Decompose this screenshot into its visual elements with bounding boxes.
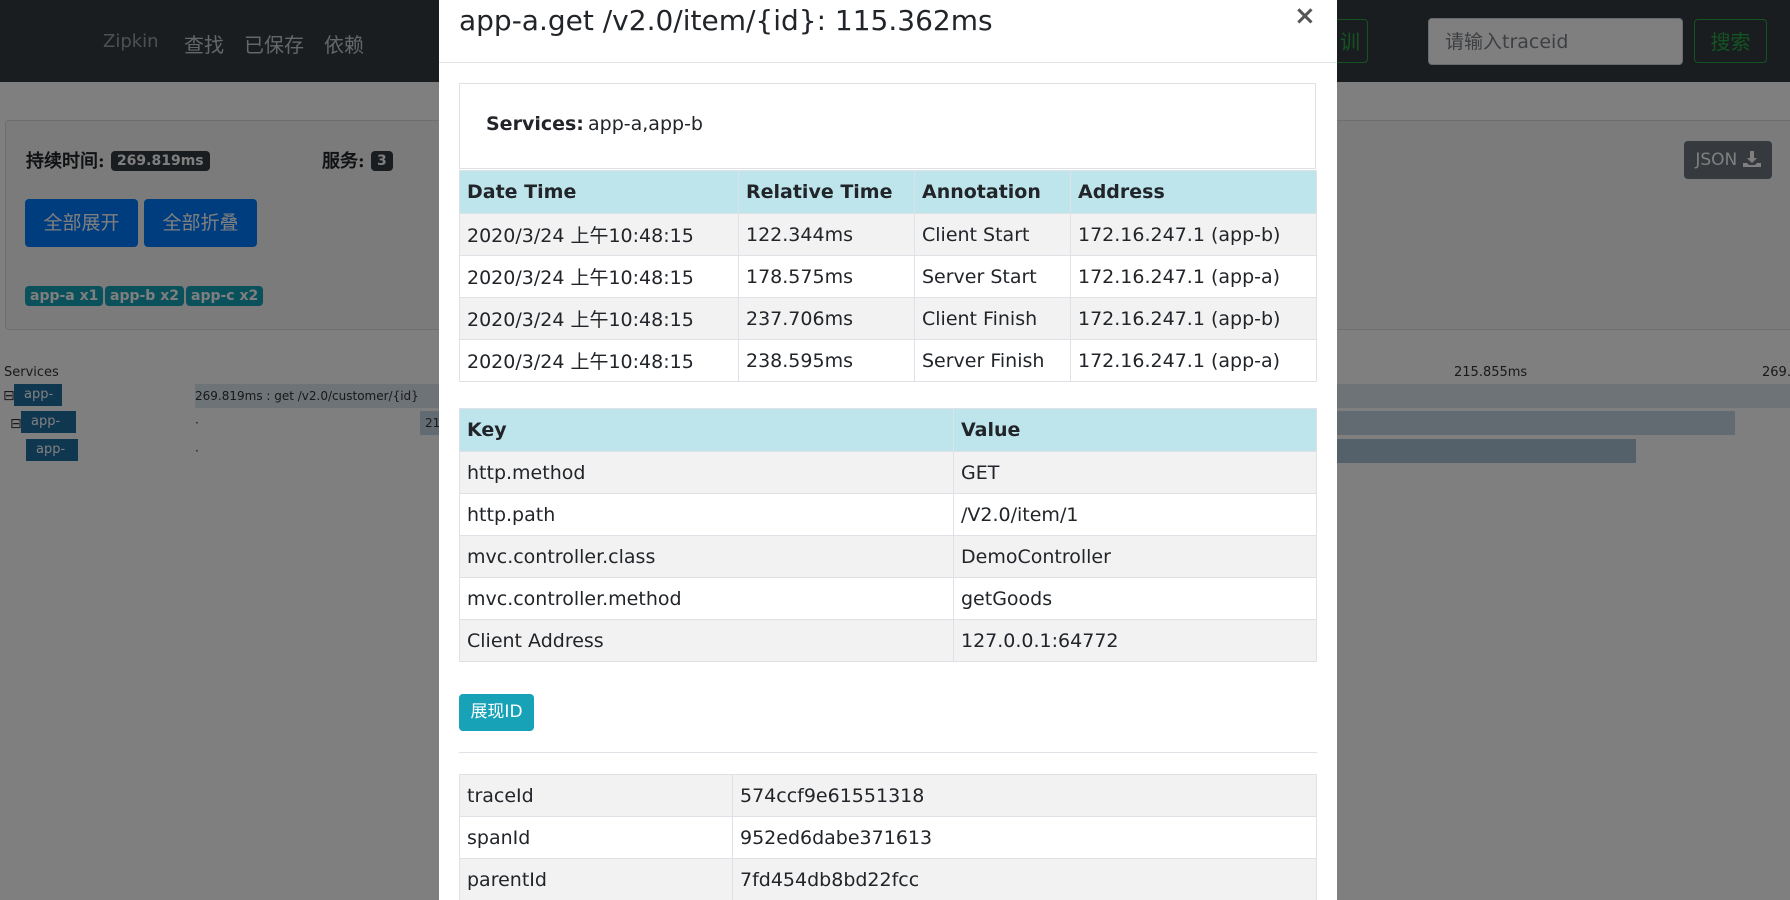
table-row: spanId 952ed6dabe371613 xyxy=(459,816,1317,859)
services-key: Services: xyxy=(486,113,584,135)
table-row: mvc.controller.method getGoods xyxy=(459,577,1317,620)
show-ids-button[interactable]: 展现ID xyxy=(459,694,534,731)
column-header: Annotation xyxy=(914,170,1071,214)
column-header: Key xyxy=(459,408,954,452)
span-detail-modal: app-a.get /v2.0/item/{id}: 115.362ms × S… xyxy=(439,0,1337,900)
table-row: mvc.controller.class DemoController xyxy=(459,535,1317,578)
id-key-cell: parentId xyxy=(459,858,733,900)
table-header-row: Key Value xyxy=(459,408,1317,452)
address-cell: 172.16.247.1 (app-b) xyxy=(1070,213,1317,256)
table-row: 2020/3/24 上午10:48:15 178.575ms Server St… xyxy=(459,255,1317,298)
tag-value-cell: DemoController xyxy=(953,535,1317,578)
column-header: Address xyxy=(1070,170,1317,214)
relative-time-cell: 122.344ms xyxy=(738,213,915,256)
modal-title: app-a.get /v2.0/item/{id}: 115.362ms xyxy=(459,4,993,37)
date-time-cell: 2020/3/24 上午10:48:15 xyxy=(459,255,739,298)
table-row: http.path /V2.0/item/1 xyxy=(459,493,1317,536)
table-row: http.method GET xyxy=(459,451,1317,494)
address-cell: 172.16.247.1 (app-a) xyxy=(1070,339,1317,382)
date-time-cell: 2020/3/24 上午10:48:15 xyxy=(459,339,739,382)
date-time-cell: 2020/3/24 上午10:48:15 xyxy=(459,297,739,340)
close-icon[interactable]: × xyxy=(1294,1,1316,31)
table-row: parentId 7fd454db8bd22fcc xyxy=(459,858,1317,900)
modal-header-divider xyxy=(439,62,1337,63)
tag-key-cell: mvc.controller.method xyxy=(459,577,954,620)
services-value: app-a,app-b xyxy=(588,113,703,135)
services-panel: Services: app-a,app-b xyxy=(459,83,1316,169)
annotations-table: Date Time Relative Time Annotation Addre… xyxy=(459,170,1317,382)
annotation-cell: Server Start xyxy=(914,255,1071,298)
id-value-cell: 574ccf9e61551318 xyxy=(732,774,1317,817)
annotation-cell: Client Finish xyxy=(914,297,1071,340)
column-header: Value xyxy=(953,408,1317,452)
relative-time-cell: 178.575ms xyxy=(738,255,915,298)
relative-time-cell: 237.706ms xyxy=(738,297,915,340)
tag-value-cell: /V2.0/item/1 xyxy=(953,493,1317,536)
tag-key-cell: http.method xyxy=(459,451,954,494)
relative-time-cell: 238.595ms xyxy=(738,339,915,382)
table-header-row: Date Time Relative Time Annotation Addre… xyxy=(459,170,1317,214)
address-cell: 172.16.247.1 (app-b) xyxy=(1070,297,1317,340)
tag-value-cell: 127.0.0.1:64772 xyxy=(953,619,1317,662)
id-key-cell: traceId xyxy=(459,774,733,817)
id-value-cell: 952ed6dabe371613 xyxy=(732,816,1317,859)
tag-key-cell: http.path xyxy=(459,493,954,536)
section-divider xyxy=(459,752,1317,753)
annotation-cell: Server Finish xyxy=(914,339,1071,382)
column-header: Relative Time xyxy=(738,170,915,214)
table-row: 2020/3/24 上午10:48:15 237.706ms Client Fi… xyxy=(459,297,1317,340)
tag-key-cell: Client Address xyxy=(459,619,954,662)
tags-table: Key Value http.method GET http.path /V2.… xyxy=(459,408,1317,662)
tag-key-cell: mvc.controller.class xyxy=(459,535,954,578)
table-row: traceId 574ccf9e61551318 xyxy=(459,774,1317,817)
tag-value-cell: GET xyxy=(953,451,1317,494)
id-key-cell: spanId xyxy=(459,816,733,859)
ids-table: traceId 574ccf9e61551318 spanId 952ed6da… xyxy=(459,774,1317,900)
address-cell: 172.16.247.1 (app-a) xyxy=(1070,255,1317,298)
table-row: 2020/3/24 上午10:48:15 238.595ms Server Fi… xyxy=(459,339,1317,382)
column-header: Date Time xyxy=(459,170,739,214)
table-row: 2020/3/24 上午10:48:15 122.344ms Client St… xyxy=(459,213,1317,256)
annotation-cell: Client Start xyxy=(914,213,1071,256)
table-row: Client Address 127.0.0.1:64772 xyxy=(459,619,1317,662)
date-time-cell: 2020/3/24 上午10:48:15 xyxy=(459,213,739,256)
id-value-cell: 7fd454db8bd22fcc xyxy=(732,858,1317,900)
tag-value-cell: getGoods xyxy=(953,577,1317,620)
